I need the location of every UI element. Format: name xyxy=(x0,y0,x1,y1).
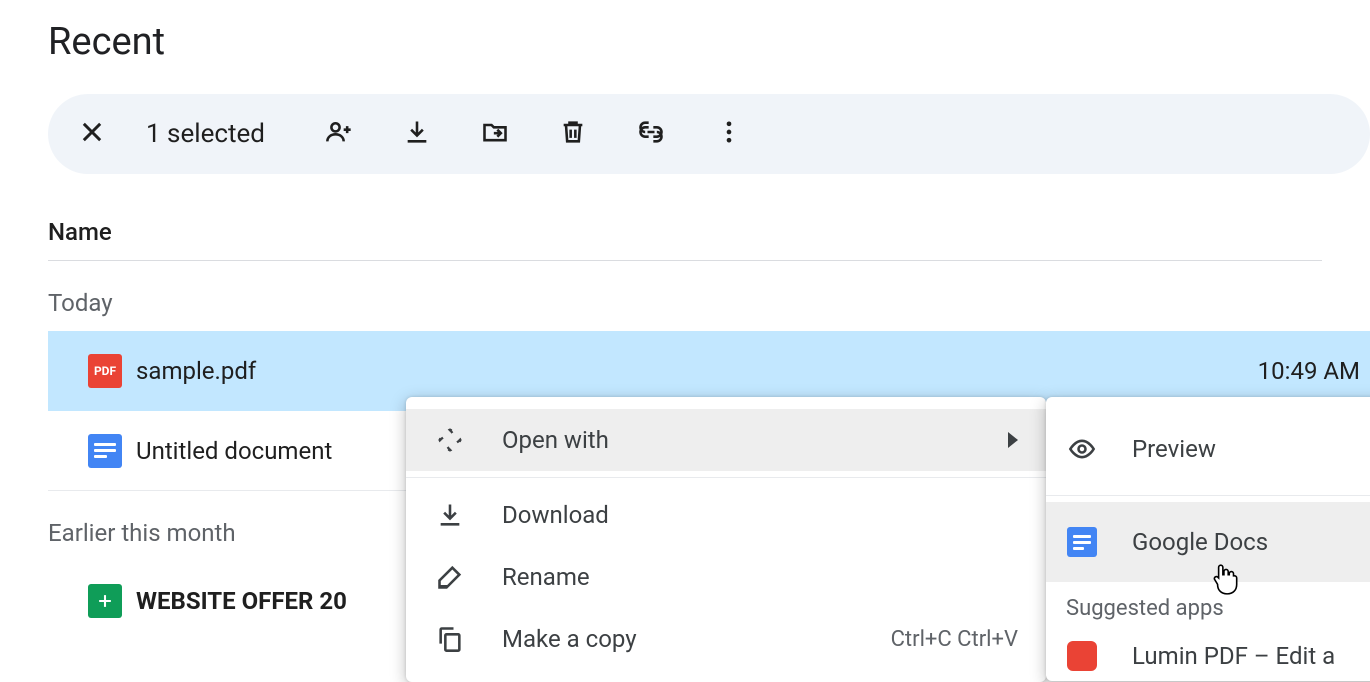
selection-count: 1 selected xyxy=(146,119,265,149)
more-vertical-icon xyxy=(715,118,743,150)
sheets-icon xyxy=(88,584,122,618)
menu-divider xyxy=(1046,495,1370,496)
menu-label: Open with xyxy=(502,426,609,454)
open-with-icon xyxy=(434,424,466,456)
docs-icon xyxy=(88,434,122,468)
share-button[interactable] xyxy=(315,110,363,158)
submenu-lumin[interactable]: Lumin PDF – Edit a xyxy=(1046,631,1370,681)
close-icon xyxy=(78,118,106,150)
copy-icon xyxy=(434,623,466,655)
lumin-icon xyxy=(1066,640,1098,672)
person-add-icon xyxy=(325,118,353,150)
menu-divider xyxy=(406,477,1046,478)
menu-make-copy[interactable]: Make a copy Ctrl+C Ctrl+V xyxy=(406,608,1046,670)
section-today: Today xyxy=(48,289,1370,317)
docs-icon xyxy=(1066,526,1098,558)
close-selection-button[interactable] xyxy=(68,110,116,158)
menu-shortcut: Ctrl+C Ctrl+V xyxy=(891,627,1018,652)
menu-label: Rename xyxy=(502,563,590,591)
folder-move-icon xyxy=(481,118,509,150)
link-icon xyxy=(637,118,665,150)
open-with-submenu: Preview Google Docs Suggested apps Lumin… xyxy=(1046,397,1370,681)
menu-label: Download xyxy=(502,501,609,529)
menu-label: Make a copy xyxy=(502,625,637,653)
submenu-preview[interactable]: Preview xyxy=(1046,409,1370,489)
file-time: 10:49 AM xyxy=(1258,357,1360,385)
selection-bar: 1 selected xyxy=(48,94,1370,174)
menu-label: Google Docs xyxy=(1132,528,1268,556)
menu-label: Preview xyxy=(1132,435,1216,463)
menu-label: Lumin PDF – Edit a xyxy=(1132,642,1335,670)
link-button[interactable] xyxy=(627,110,675,158)
chevron-right-icon xyxy=(1008,432,1018,448)
file-name: sample.pdf xyxy=(136,357,256,385)
move-button[interactable] xyxy=(471,110,519,158)
download-icon xyxy=(403,118,431,150)
menu-open-with[interactable]: Open with xyxy=(406,409,1046,471)
delete-button[interactable] xyxy=(549,110,597,158)
eye-icon xyxy=(1066,433,1098,465)
download-button[interactable] xyxy=(393,110,441,158)
file-name: Untitled document xyxy=(136,437,332,465)
menu-download[interactable]: Download xyxy=(406,484,1046,546)
more-actions-button[interactable] xyxy=(705,110,753,158)
pdf-icon: PDF xyxy=(88,354,122,388)
download-icon xyxy=(434,499,466,531)
menu-rename[interactable]: Rename xyxy=(406,546,1046,608)
list-header: Name xyxy=(48,218,1322,261)
submenu-section-title: Suggested apps xyxy=(1046,582,1370,631)
submenu-google-docs[interactable]: Google Docs xyxy=(1046,502,1370,582)
page-title: Recent xyxy=(0,0,1370,64)
trash-icon xyxy=(559,118,587,150)
file-name: WEBSITE OFFER 20 xyxy=(136,587,347,615)
column-name-header[interactable]: Name xyxy=(48,218,1322,246)
context-menu: Open with Download Rename Make a copy Ct… xyxy=(406,397,1046,682)
rename-icon xyxy=(434,561,466,593)
